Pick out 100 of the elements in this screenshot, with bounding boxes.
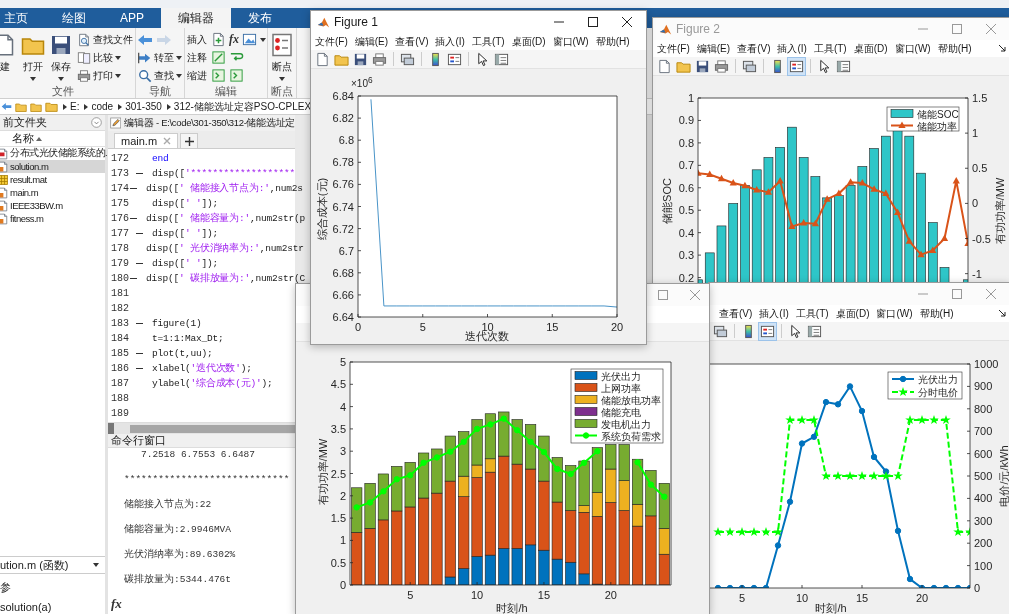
code-line: end — [152, 153, 169, 164]
editor-title: 编辑器 - E:\code\301-350\312-储能选址定 — [124, 116, 295, 130]
legend-label: 储能SOC — [917, 108, 959, 120]
tick-label: 1 — [972, 127, 979, 140]
axis-label: 综合成本(元) — [316, 177, 328, 241]
code-line: disp(['******************* — [151, 168, 295, 179]
details-text: 参 — [0, 580, 12, 594]
group-label: 编辑 — [214, 84, 238, 98]
tick-label: 20 — [604, 589, 617, 601]
tick-label: 6.64 — [332, 311, 354, 323]
tick-label: 0.2 — [678, 271, 694, 284]
tick-label: 1 — [339, 534, 346, 547]
tick-label: 1.5 — [330, 512, 346, 525]
line-number: 182 — [110, 303, 130, 314]
code-line: disp([' 储能接入节点为:',num2s — [146, 182, 303, 195]
tick-label: 3 — [339, 445, 346, 458]
tick-label: 4.5 — [330, 378, 346, 391]
tick-label: 4 — [339, 400, 346, 413]
tick-label: 100 — [974, 559, 993, 572]
output-text: 储能接入节点为:22 — [124, 498, 212, 512]
line-number: 174 — [110, 183, 129, 194]
tick-label: 6.78 — [332, 156, 354, 169]
details-text: solution(a) — [0, 600, 53, 614]
tick-label: 15 — [546, 321, 559, 333]
code-line: disp([' 碳排放量为:',num2str(C — [146, 272, 306, 285]
group-label: 文件 — [51, 84, 75, 98]
output-text: 光伏消纳率为:89.6302% — [124, 548, 236, 562]
tick-label: 15 — [855, 592, 869, 604]
tick-label: 1.5 — [972, 92, 988, 104]
tick-label: 0.4 — [678, 226, 694, 239]
tick-label: 0 — [354, 321, 362, 333]
axis-label: 时刻/h — [815, 602, 847, 614]
tick-label: 20 — [610, 321, 624, 333]
line-number: 185 — [110, 348, 130, 359]
panel-title: 前文件夹 — [3, 115, 47, 130]
tick-label: 0.7 — [678, 159, 694, 172]
tick-label: 500 — [974, 470, 993, 482]
axis-label: 迭代次数 — [465, 330, 509, 342]
tick-label: 6.72 — [332, 222, 354, 235]
tick-label: 0 — [972, 197, 979, 210]
tick-label: -0.5 — [972, 232, 991, 245]
code-line: disp([' 储能容量为:',num2str(p — [146, 212, 306, 225]
tick-label: 2 — [339, 489, 346, 502]
code-line: figure(1) — [152, 318, 202, 329]
details-title: ution.m (函数) — [0, 557, 69, 573]
code-line: xlabel('迭代次数'); — [152, 362, 252, 375]
tick-label: 6.68 — [332, 266, 354, 279]
tick-label: 6.7 — [338, 244, 354, 257]
tick-label: 800 — [974, 402, 993, 415]
group-label: 断点 — [270, 84, 294, 98]
legend-label: 储能功率 — [917, 120, 957, 132]
group-label: 导航 — [148, 84, 172, 98]
tick-label: 0.6 — [678, 181, 694, 194]
legend-label: 分时电价 — [918, 387, 958, 398]
line-number: 180 — [110, 273, 129, 284]
code-line: disp([' ']); — [152, 228, 219, 239]
axis-label: 电价/元/kWh — [998, 445, 1009, 507]
output-text: 碳排放量为:5344.476t — [124, 573, 231, 587]
line-number: 189 — [110, 408, 130, 419]
prompt-symbol: fx — [111, 596, 122, 612]
window-title: Figure 2 — [676, 22, 721, 36]
tick-label: 6.82 — [332, 112, 354, 125]
output-text: 7.2518 6.7553 6.6487 — [140, 448, 256, 462]
tick-label: 200 — [974, 537, 993, 550]
legend-label: 发电机出力 — [601, 418, 651, 430]
legend-label: 上网功率 — [601, 382, 641, 394]
tick-label: 0.5 — [330, 556, 346, 569]
tick-label: 1000 — [974, 358, 999, 370]
window-title: Figure 1 — [334, 15, 379, 29]
code-line: disp([' 光伏消纳率为:',num2str — [146, 242, 304, 255]
code-line: t=1:1:Max_Dt; — [152, 333, 224, 344]
tick-label: 400 — [974, 492, 993, 505]
line-number: 187 — [110, 378, 130, 389]
line-number: 184 — [110, 333, 130, 344]
axis-multiplier: ×10$^{6}$ — [351, 75, 373, 90]
tick-label: 0 — [974, 582, 981, 594]
tick-label: 1 — [687, 92, 694, 104]
tick-label: 900 — [974, 380, 993, 393]
axis-label: 有功功率/MW — [994, 177, 1006, 245]
line-number: 186 — [110, 363, 130, 374]
tick-label: 0.9 — [678, 114, 694, 127]
line-number: 173 — [110, 168, 130, 179]
line-number: 172 — [110, 153, 130, 164]
tick-label: 700 — [974, 425, 993, 438]
line-number: 176 — [110, 213, 129, 224]
axis-label: 时刻/h — [496, 602, 528, 614]
line-number: 179 — [110, 258, 130, 269]
tick-label: 0.3 — [678, 249, 694, 262]
tick-label: 20 — [915, 592, 929, 604]
line-number: 181 — [110, 288, 130, 299]
legend-label: 储能充电 — [601, 406, 641, 418]
legend-label: 储能放电功率 — [601, 394, 661, 406]
legend-label: 光伏出力 — [918, 374, 958, 385]
tick-label: 5 — [339, 356, 346, 368]
legend-label: 系统负荷需求 — [601, 430, 661, 442]
panel-title: 命令行窗口 — [111, 433, 166, 448]
code-line: ylabel('综合成本(元)'); — [152, 377, 273, 390]
output-text: ***************************** — [124, 473, 290, 487]
tick-label: 600 — [974, 447, 993, 460]
line-number: 178 — [110, 243, 129, 254]
